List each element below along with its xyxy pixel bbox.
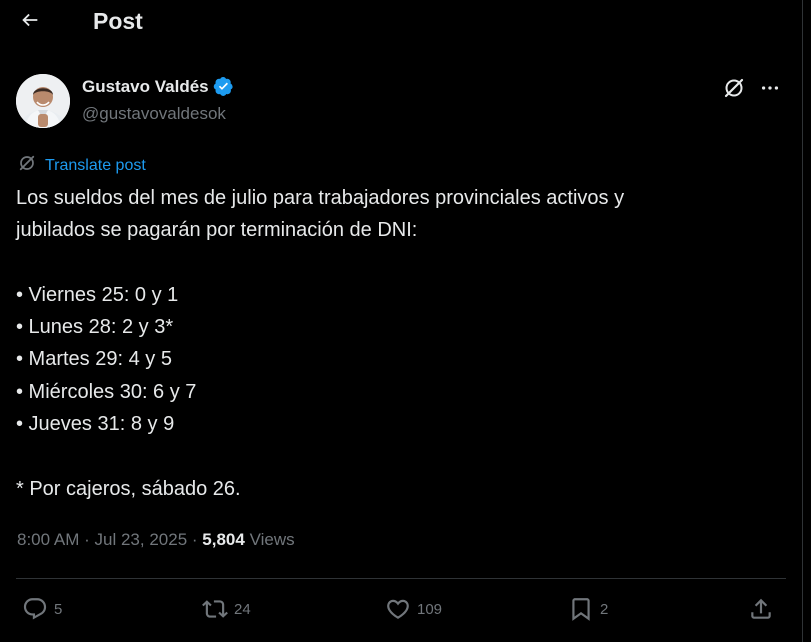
like-count: 109 bbox=[417, 600, 443, 618]
verified-badge-icon[interactable] bbox=[213, 76, 234, 97]
post-text: Los sueldos del mes de julio para trabaj… bbox=[16, 182, 786, 505]
back-button[interactable] bbox=[12, 4, 48, 40]
author-name-text[interactable]: Gustavo Valdés bbox=[82, 77, 209, 97]
more-options-button[interactable] bbox=[756, 76, 784, 104]
meta-separator: · bbox=[84, 530, 90, 549]
post-line: • Viernes 25: 0 y 1 bbox=[16, 283, 179, 306]
post-line: jubilados se pagarán por terminación de … bbox=[16, 219, 418, 242]
avatar[interactable] bbox=[16, 74, 70, 128]
post-date[interactable]: Jul 23, 2025 bbox=[95, 530, 188, 549]
grok-small-icon bbox=[17, 153, 37, 178]
views-count: 5,804 bbox=[202, 530, 245, 549]
bookmark-icon bbox=[568, 596, 594, 622]
post-meta: 8:00 AM · Jul 23, 2025 · 5,804 Views bbox=[17, 530, 295, 550]
more-horizontal-icon bbox=[759, 77, 781, 104]
share-icon bbox=[748, 596, 774, 622]
post-line-blank bbox=[16, 440, 786, 472]
reply-count: 5 bbox=[54, 600, 63, 618]
share-button[interactable] bbox=[748, 594, 774, 624]
top-bar: Post bbox=[0, 0, 802, 44]
post-line-blank bbox=[16, 247, 786, 279]
post-line: • Martes 29: 4 y 5 bbox=[16, 348, 172, 371]
post-time[interactable]: 8:00 AM bbox=[17, 530, 79, 549]
like-button[interactable]: 109 bbox=[385, 594, 442, 624]
bookmark-button[interactable]: 2 bbox=[568, 594, 608, 624]
post-line: * Por cajeros, sábado 26. bbox=[16, 477, 241, 500]
translate-post-label[interactable]: Translate post bbox=[45, 157, 146, 175]
author-handle[interactable]: @gustavovaldesok bbox=[82, 104, 226, 124]
reply-button[interactable]: 5 bbox=[22, 594, 62, 624]
repost-button[interactable]: 24 bbox=[202, 594, 251, 624]
grok-icon bbox=[722, 76, 746, 105]
column-border bbox=[802, 0, 803, 642]
meta-separator: · bbox=[191, 530, 198, 549]
post-line: Los sueldos del mes de julio para trabaj… bbox=[16, 187, 625, 209]
post-line: • Miércoles 30: 6 y 7 bbox=[16, 380, 197, 403]
views-label: Views bbox=[249, 530, 295, 549]
heart-icon bbox=[385, 596, 411, 622]
reply-icon bbox=[22, 596, 48, 622]
translate-post-link[interactable]: Translate post bbox=[17, 153, 146, 178]
repost-icon bbox=[202, 596, 228, 622]
bookmark-count: 2 bbox=[600, 600, 609, 618]
grok-button[interactable] bbox=[720, 76, 748, 104]
arrow-left-icon bbox=[19, 9, 41, 36]
post-line: • Lunes 28: 2 y 3* bbox=[16, 316, 174, 339]
page-title: Post bbox=[93, 8, 143, 34]
post-line: • Jueves 31: 8 y 9 bbox=[16, 413, 175, 436]
author-name[interactable]: Gustavo Valdés bbox=[82, 76, 234, 97]
repost-count: 24 bbox=[234, 600, 251, 618]
divider bbox=[16, 578, 786, 579]
